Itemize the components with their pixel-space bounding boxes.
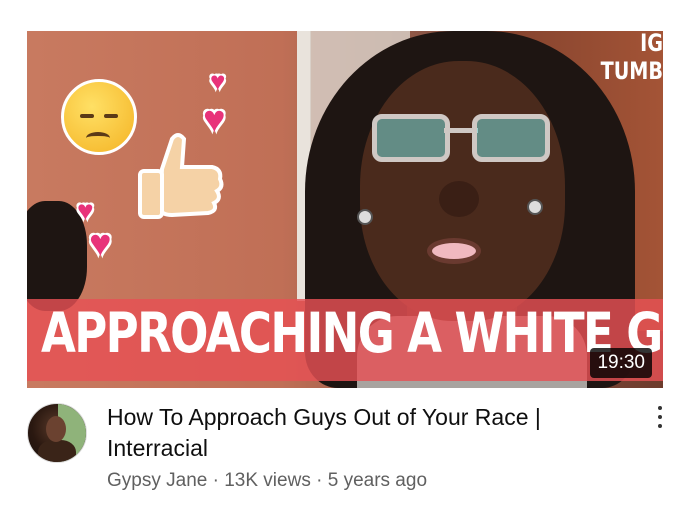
upload-age: 5 years ago <box>327 470 428 491</box>
earring-right <box>527 199 543 215</box>
watermark-line: TUMB <box>600 57 663 85</box>
heart-emoji: ♥ <box>77 195 94 226</box>
emoji-eye <box>104 114 118 118</box>
heart-emoji: ♥ <box>89 223 112 265</box>
thumbnail-text: APPROACHING A WHITE GUY <box>41 301 663 365</box>
dot <box>658 415 662 419</box>
emoji-eye <box>80 114 94 118</box>
separator: · <box>310 470 328 491</box>
duration-badge: 19:30 <box>590 348 652 378</box>
sad-face-emoji <box>61 79 137 155</box>
nose <box>439 181 479 217</box>
channel-avatar[interactable] <box>27 403 87 463</box>
separator: · <box>207 470 225 491</box>
avatar-body <box>38 440 76 462</box>
thumbs-up-emoji <box>138 133 224 219</box>
emoji-mouth <box>86 132 110 144</box>
watermark-line: IG <box>640 31 663 57</box>
channel-name[interactable]: Gypsy Jane <box>107 470 207 491</box>
more-vert-icon[interactable] <box>652 406 668 436</box>
watermark: IG TUMB <box>601 31 663 85</box>
video-thumbnail[interactable]: ♥ ♥ ♥ ♥ IG TUMB APPROACHING A WHITE GUY … <box>27 31 663 388</box>
heart-emoji: ♥ <box>210 66 226 96</box>
video-metadata: Gypsy Jane · 13K views · 5 years ago <box>107 470 427 492</box>
dot <box>658 406 662 410</box>
lens-right <box>472 114 550 162</box>
glasses <box>372 114 550 164</box>
heart-emoji: ♥ <box>203 99 226 141</box>
mouth <box>427 238 481 264</box>
view-count: 13K views <box>224 470 311 491</box>
earring-left <box>357 209 373 225</box>
dot <box>658 424 662 428</box>
lens-left <box>372 114 450 162</box>
video-title[interactable]: How To Approach Guys Out of Your Race | … <box>107 402 627 464</box>
avatar-head <box>46 416 66 442</box>
